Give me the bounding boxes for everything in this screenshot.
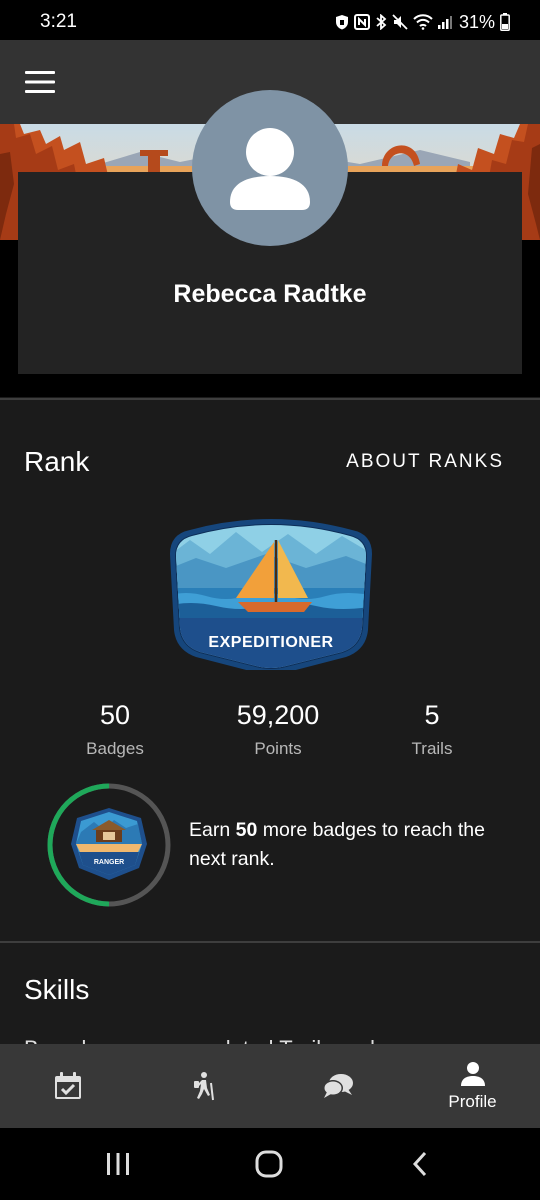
battery-percent: 31% [458, 11, 495, 32]
recent-apps-icon [107, 1153, 129, 1175]
mute-icon [392, 14, 408, 30]
status-time: 3:21 [40, 11, 77, 32]
shield-icon [335, 15, 348, 30]
system-navigation-bar [0, 1128, 540, 1200]
next-rank-message: Earn 50 more badges to reach the next ra… [189, 816, 509, 874]
calendar-check-icon [54, 1072, 81, 1099]
menu-button[interactable] [20, 62, 60, 102]
stat-badges-label: Badges [86, 739, 144, 758]
stat-badges: 50 Badges [45, 700, 185, 759]
nav-community[interactable] [270, 1044, 405, 1128]
home-button[interactable] [249, 1146, 289, 1182]
stat-points-label: Points [254, 739, 302, 758]
expeditioner-badge-image: EXPEDITIONER [170, 519, 372, 674]
hamburger-menu-icon [25, 71, 55, 93]
next-rank-text-before: Earn [189, 819, 236, 841]
nav-profile-label: Profile [448, 1092, 497, 1111]
next-rank-count: 50 [235, 819, 258, 841]
back-icon [412, 1151, 427, 1177]
status-bar: 3:21 31% [0, 0, 540, 40]
home-icon [255, 1150, 283, 1178]
person-avatar-icon [230, 128, 310, 210]
nav-events[interactable] [0, 1044, 135, 1128]
bottom-navigation: Profile [0, 1044, 540, 1128]
back-button[interactable] [400, 1146, 440, 1182]
stat-points-value: 59,200 [236, 700, 320, 730]
avatar[interactable] [192, 90, 348, 246]
badge-label-expeditioner: EXPEDITIONER [208, 634, 333, 651]
wifi-icon [413, 14, 433, 30]
stat-trails-value: 5 [424, 700, 440, 730]
ranger-badge-image: RANGER [71, 808, 147, 880]
next-rank-progress: RANGER [46, 782, 172, 908]
recent-apps-button[interactable] [98, 1146, 138, 1182]
status-icons: 31% [335, 11, 510, 33]
stat-trails: 5 Trails [362, 700, 502, 759]
skills-heading: Skills [24, 974, 90, 1005]
chat-bubbles-icon [322, 1074, 353, 1098]
person-icon [460, 1062, 485, 1086]
stat-badges-value: 50 [99, 700, 131, 730]
stat-trails-label: Trails [411, 739, 453, 758]
hiker-icon [193, 1072, 214, 1101]
nfc-icon [353, 14, 370, 30]
rank-badge: EXPEDITIONER [166, 518, 376, 674]
bluetooth-icon [376, 14, 387, 30]
signal-icon [437, 16, 452, 29]
section-divider [0, 941, 540, 943]
user-name: Rebecca Radtke [173, 280, 367, 308]
rank-heading: Rank [24, 446, 90, 477]
badge-label-ranger: RANGER [94, 859, 124, 866]
about-ranks-button[interactable]: ABOUT RANKS [346, 451, 504, 473]
nav-trails[interactable] [135, 1044, 270, 1128]
section-divider [0, 398, 540, 400]
nav-profile[interactable]: Profile [405, 1044, 540, 1128]
battery-icon [500, 13, 510, 31]
stat-points: 59,200 Points [208, 700, 348, 759]
